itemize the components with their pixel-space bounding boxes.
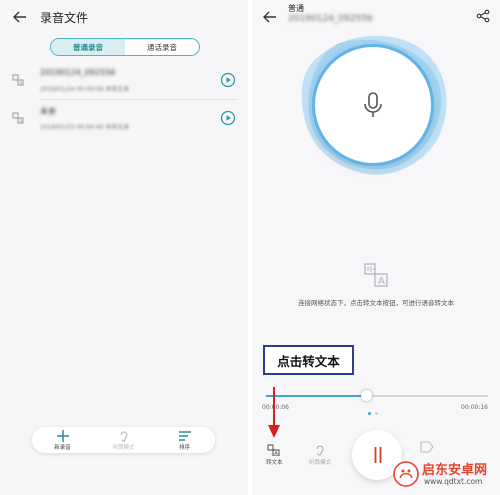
top-bar: 录音文件 xyxy=(0,0,248,34)
earpiece-mode-button[interactable]: 听筒模式 xyxy=(93,427,154,453)
new-recording-button[interactable]: 新录音 xyxy=(32,427,93,453)
microphone-icon xyxy=(364,92,382,117)
site-watermark: 启东安卓网 www.qdtxt.com xyxy=(392,457,498,491)
tab-normal-recording[interactable]: 普通录音 xyxy=(51,39,125,55)
earpiece-mode-label: 听筒模式 xyxy=(112,444,135,451)
red-arrow-annotation xyxy=(268,387,280,438)
speech-to-text-icon: A xyxy=(267,444,280,456)
page-indicator xyxy=(368,412,378,415)
recording-name: 20190124_092556 xyxy=(40,68,116,77)
page-title: 录音文件 xyxy=(40,11,89,25)
tag-icon[interactable] xyxy=(419,440,435,454)
recordings-panel: 录音文件 普通录音 通话录音 A 20190124_092556 2019/01… xyxy=(0,0,248,495)
watermark-text: 启东安卓网 xyxy=(422,463,488,478)
bottom-action-bar: 新录音 听筒模式 排序 xyxy=(32,427,215,453)
recording-title: 普通 xyxy=(288,4,304,13)
page-dot xyxy=(368,412,371,415)
plus-icon xyxy=(56,429,69,442)
convert-to-text-callout: 点击转文本 xyxy=(263,345,354,375)
playback-panel: 普通 20190124_092556 A 连接网络状态下，点击转文本按钮，可进行… xyxy=(252,0,500,495)
play-icon[interactable] xyxy=(220,72,236,88)
convert-to-text-button[interactable]: A 转文本 xyxy=(266,444,283,466)
recording-meta: 2019/01/24 00:00:06 未转文本 xyxy=(40,86,130,93)
recording-meta: 2019/01/23 00:00:40 未转文本 xyxy=(40,124,130,131)
pause-icon xyxy=(374,447,382,463)
recording-type-tabs: 普通录音 通话录音 xyxy=(50,38,200,56)
earpiece-mode-button[interactable]: 听筒模式 xyxy=(309,444,331,466)
back-arrow-icon[interactable] xyxy=(12,9,28,25)
sort-icon xyxy=(178,430,191,441)
speech-to-text-icon: A xyxy=(364,263,388,287)
list-item[interactable]: A 20190124_092556 2019/01/24 00:00:06 未转… xyxy=(12,62,238,100)
ear-icon xyxy=(316,445,324,456)
tab-call-recording[interactable]: 通话录音 xyxy=(125,39,199,55)
svg-text:A: A xyxy=(378,276,385,287)
playback-progress[interactable] xyxy=(266,390,488,401)
convert-to-text-label: 转文本 xyxy=(266,460,283,466)
speech-to-text-hint: 连接网络状态下，点击转文本按钮，可进行语音转文本 xyxy=(298,299,454,307)
progress-thumb[interactable] xyxy=(360,390,372,401)
recording-visualizer xyxy=(292,24,457,184)
sort-label: 排序 xyxy=(178,444,190,451)
earpiece-mode-label: 听筒模式 xyxy=(309,460,332,466)
recordings-list: A 20190124_092556 2019/01/24 00:00:06 未转… xyxy=(0,62,248,138)
svg-text:A: A xyxy=(20,118,23,123)
recording-subtitle: 20190124_092556 xyxy=(288,14,373,24)
play-icon[interactable] xyxy=(220,110,236,126)
recording-name: 未参 xyxy=(40,107,56,116)
ear-icon xyxy=(119,430,128,442)
sort-button[interactable]: 排序 xyxy=(154,427,215,453)
list-item[interactable]: A 未参 2019/01/23 00:00:40 未转文本 xyxy=(12,100,238,138)
new-recording-label: 新录音 xyxy=(54,444,71,451)
back-arrow-icon[interactable] xyxy=(262,9,278,25)
watermark-logo-icon xyxy=(393,461,419,487)
share-icon[interactable] xyxy=(476,9,490,23)
speech-to-text-icon: A xyxy=(12,74,24,86)
svg-text:A: A xyxy=(20,80,23,85)
watermark-url: www.qdtxt.com xyxy=(424,477,483,486)
svg-text:A: A xyxy=(275,451,279,456)
speech-to-text-icon: A xyxy=(12,112,24,124)
total-time: 00:00:16 xyxy=(461,404,488,411)
page-dot xyxy=(375,412,378,415)
